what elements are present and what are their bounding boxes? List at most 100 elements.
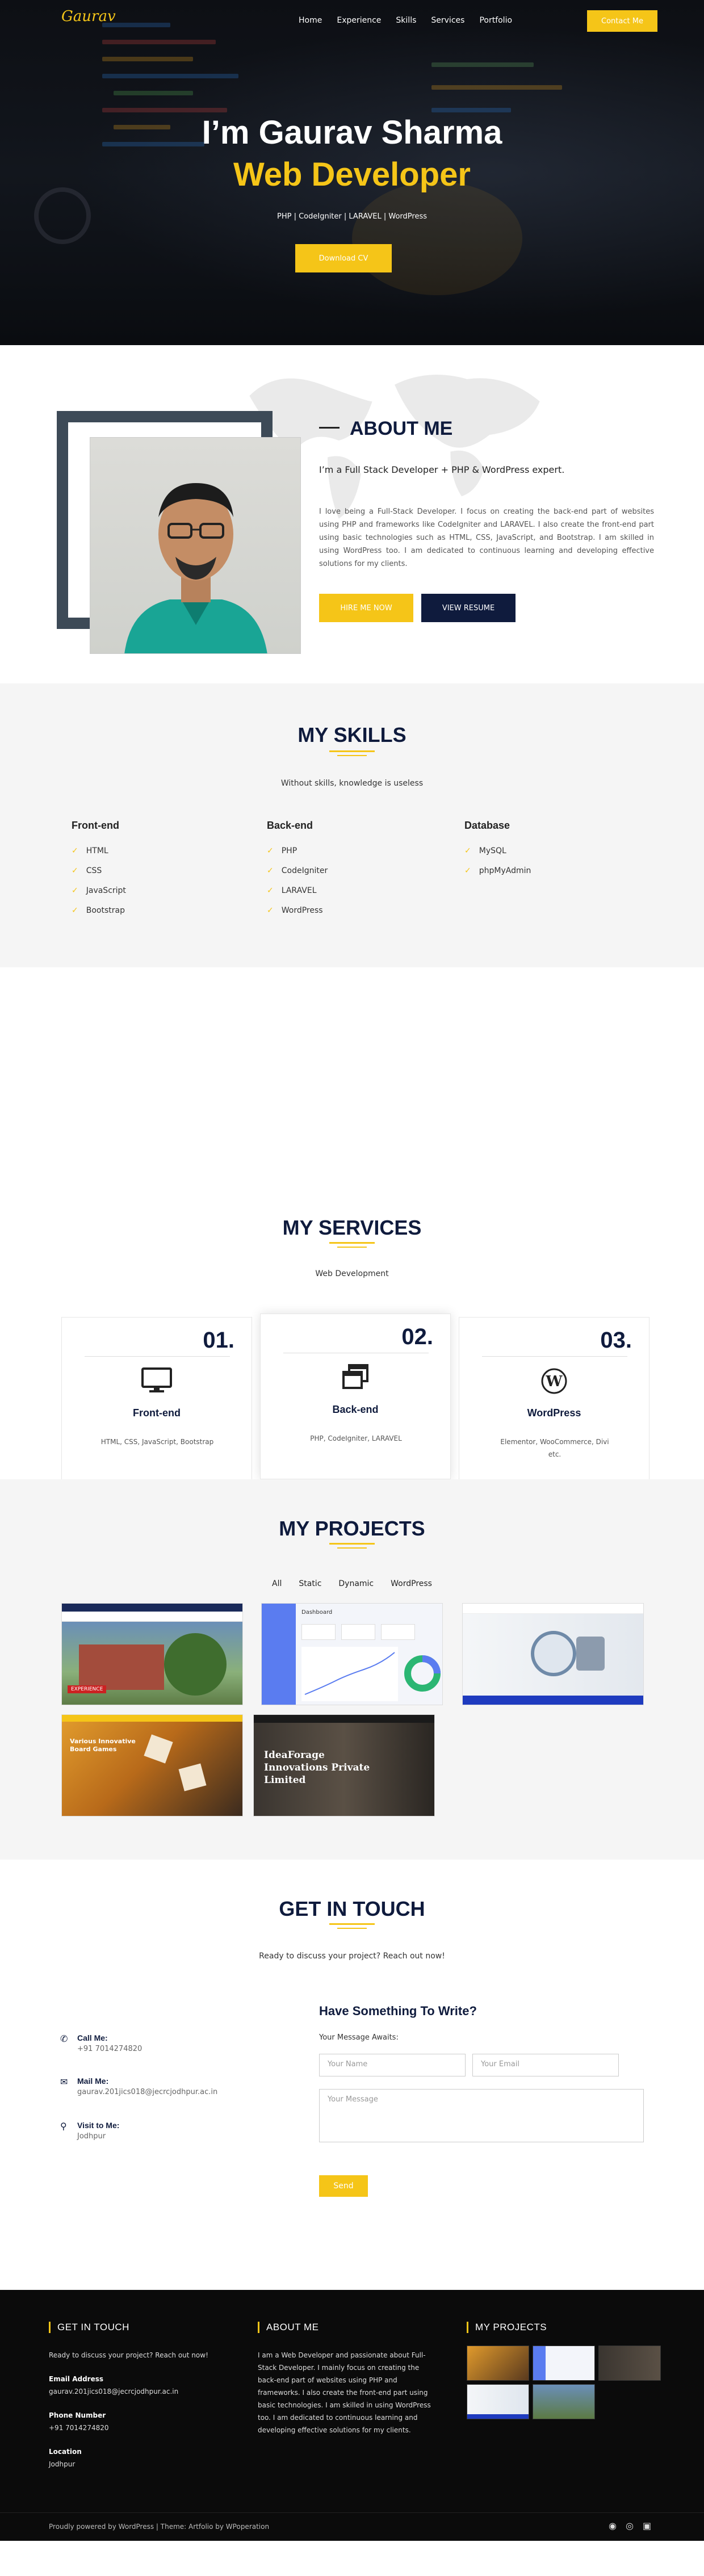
- about-title-line: [319, 427, 340, 429]
- check-icon: ✓: [72, 846, 78, 855]
- skills-underline-short: [337, 755, 367, 756]
- skills-heading: Front-end: [72, 820, 119, 831]
- send-button[interactable]: Send: [319, 2175, 368, 2197]
- footer-title: ABOUT ME: [258, 2322, 445, 2333]
- services-subtitle: Web Development: [315, 1269, 389, 1278]
- project-caption: EXPERIENCE: [68, 1685, 107, 1693]
- check-icon: ✓: [72, 886, 78, 895]
- check-icon: ✓: [72, 905, 78, 915]
- main-menu: Home Experience Skills Services Portfoli…: [299, 16, 512, 25]
- view-resume-button[interactable]: VIEW RESUME: [421, 594, 516, 622]
- contact-mail: ✉ Mail Me: gaurav.201jics018@jecrcjodhpu…: [60, 2076, 218, 2096]
- github-icon[interactable]: ◉: [609, 2520, 617, 2531]
- skill-item: ✓ CodeIgniter: [267, 866, 328, 875]
- name-input[interactable]: Your Name: [319, 2054, 466, 2076]
- profile-photo: [90, 437, 301, 654]
- contact-section: GET IN TOUCH Ready to discuss your proje…: [0, 1860, 704, 2290]
- check-icon: ✓: [267, 846, 274, 855]
- check-icon: ✓: [72, 866, 78, 875]
- skills-heading: Back-end: [267, 820, 313, 831]
- project-filters: All Static Dynamic WordPress: [0, 1579, 704, 1588]
- project-caption: IdeaForage Innovations Private Limited: [264, 1750, 370, 1786]
- skills-column-database: Database ✓ MySQL ✓ phpMyAdmin: [464, 820, 635, 880]
- skill-item: ✓ Bootstrap: [72, 905, 125, 915]
- nav-portfolio[interactable]: Portfolio: [479, 16, 512, 25]
- skill-item: ✓ HTML: [72, 846, 108, 855]
- contact-underline: [329, 1923, 375, 1925]
- skills-title: MY SKILLS: [297, 723, 407, 746]
- hero-subtitle: Web Developer: [233, 156, 471, 193]
- about-lead: I’m a Full Stack Developer + PHP & WordP…: [319, 464, 565, 475]
- contact-underline-short: [337, 1928, 367, 1929]
- check-icon: ✓: [267, 866, 274, 875]
- services-underline: [329, 1242, 375, 1244]
- skills-section: MY SKILLS Without skills, knowledge is u…: [0, 683, 704, 967]
- spacer: [0, 967, 704, 1194]
- email-input[interactable]: Your Email: [472, 2054, 619, 2076]
- instagram-icon[interactable]: ◎: [626, 2520, 634, 2531]
- project-caption: Dashboard: [301, 1609, 333, 1616]
- copyright: Proudly powered by WordPress | Theme: Ar…: [49, 2523, 270, 2531]
- filter-static[interactable]: Static: [299, 1579, 321, 1588]
- project-thumb-boardgames[interactable]: Various Innovative Board Games: [61, 1714, 243, 1816]
- filter-all[interactable]: All: [272, 1579, 282, 1588]
- check-icon: ✓: [464, 846, 471, 855]
- message-textarea[interactable]: Your Message: [319, 2089, 644, 2142]
- filter-wordpress[interactable]: WordPress: [391, 1579, 432, 1588]
- skills-column-frontend: Front-end ✓ HTML ✓ CSS ✓ JavaScript ✓ Bootst…: [72, 820, 242, 920]
- projects-section: MY PROJECTS All Static Dynamic WordPress…: [0, 1479, 704, 1860]
- skill-item: ✓ LARAVEL: [267, 886, 317, 895]
- hire-me-button[interactable]: HIRE ME NOW: [319, 594, 413, 622]
- skills-heading: Database: [464, 820, 510, 831]
- check-icon: ✓: [267, 905, 274, 915]
- contact-call: ✆ Call Me: +91 7014274820: [60, 2033, 143, 2053]
- hero-title: I’m Gaurav Sharma: [202, 114, 502, 151]
- project-thumb-dashboard[interactable]: Dashboard: [261, 1603, 443, 1705]
- top-nav: Gaurav Home Experience Skills Services P…: [0, 0, 704, 43]
- nav-skills[interactable]: Skills: [396, 16, 416, 25]
- skills-subtitle: Without skills, knowledge is useless: [280, 779, 424, 788]
- footer-project-thumb[interactable]: [533, 2346, 595, 2381]
- desktop-icon: [62, 1367, 252, 1400]
- nav-home[interactable]: Home: [299, 16, 322, 25]
- download-cv-button[interactable]: Download CV: [295, 244, 392, 272]
- nav-experience[interactable]: Experience: [337, 16, 381, 25]
- filter-dynamic[interactable]: Dynamic: [338, 1579, 374, 1588]
- check-icon: ✓: [267, 886, 274, 895]
- footer-project-thumb[interactable]: [467, 2384, 529, 2419]
- skill-item: ✓ MySQL: [464, 846, 506, 855]
- footer-about: ABOUT ME I am a Web Developer and passio…: [258, 2322, 445, 2436]
- service-desc: Elementor, WooCommerce, Divi etc.: [500, 1438, 609, 1458]
- project-thumb-institute[interactable]: [462, 1603, 644, 1705]
- footer-project-thumb[interactable]: [598, 2346, 661, 2381]
- linkedin-icon[interactable]: ▣: [643, 2520, 651, 2531]
- skill-item: ✓ JavaScript: [72, 886, 126, 895]
- projects-title: MY PROJECTS: [279, 1517, 425, 1540]
- service-card-backend: 02. Back-end PHP, CodeIgniter, LARAVEL: [260, 1314, 451, 1479]
- nav-services[interactable]: Services: [431, 16, 464, 25]
- service-name: Front-end: [133, 1407, 181, 1419]
- project-thumb-ideaforage[interactable]: IdeaForage Innovations Private Limited: [253, 1714, 435, 1816]
- svg-text:W: W: [545, 1373, 563, 1390]
- about-text: I love being a Full-Stack Developer. I f…: [319, 507, 654, 568]
- service-desc: HTML, CSS, JavaScript, Bootstrap: [100, 1438, 214, 1446]
- skills-column-backend: Back-end ✓ PHP ✓ CodeIgniter ✓ LARAVEL ✓ Wor…: [267, 820, 437, 920]
- footer-project-thumb[interactable]: [467, 2346, 529, 2381]
- services-section: MY SERVICES Web Development 01. Front-en…: [0, 1194, 704, 1483]
- skills-underline: [329, 750, 375, 752]
- skill-item: ✓ WordPress: [267, 905, 323, 915]
- projects-underline-short: [337, 1547, 367, 1549]
- footer-title: GET IN TOUCH: [49, 2322, 236, 2333]
- contact-me-button[interactable]: Contact Me: [587, 10, 657, 32]
- contact-visit: ⚲ Visit to Me: Jodhpur: [60, 2121, 120, 2141]
- footer-project-thumb[interactable]: [533, 2384, 595, 2419]
- check-icon: ✓: [464, 866, 471, 875]
- service-name: WordPress: [527, 1407, 581, 1419]
- about-title: ABOUT ME: [350, 418, 453, 439]
- skill-item: ✓ phpMyAdmin: [464, 866, 531, 875]
- project-thumb-school[interactable]: EXPERIENCE: [61, 1603, 243, 1705]
- mail-icon: ✉: [60, 2076, 68, 2087]
- site-logo[interactable]: Gaurav: [61, 8, 116, 25]
- project-caption: Various Innovative Board Games: [70, 1738, 136, 1753]
- site-footer: GET IN TOUCH Ready to discuss your proje…: [0, 2290, 704, 2541]
